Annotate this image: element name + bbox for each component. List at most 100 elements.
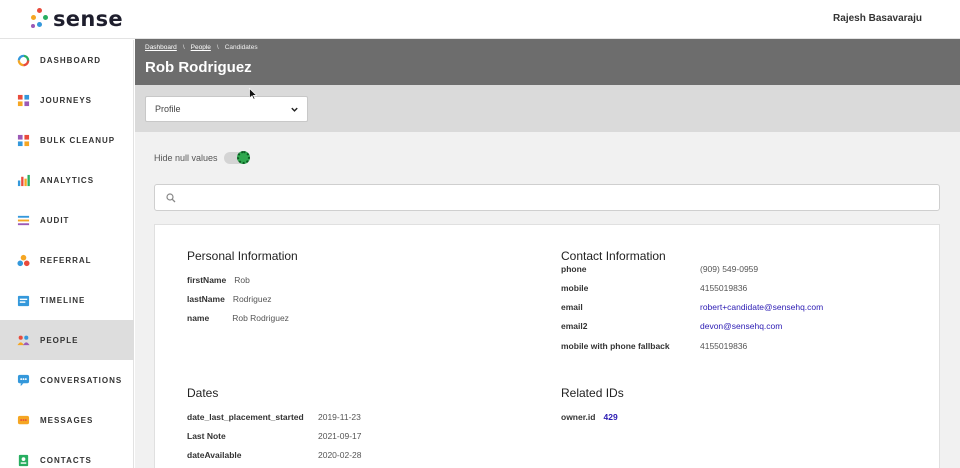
top-bar: sense Rajesh Basavaraju <box>0 0 960 39</box>
referral-dots-icon <box>17 254 30 266</box>
sidebar-item-audit[interactable]: AUDIT <box>0 200 134 240</box>
chevron-down-icon <box>291 107 298 112</box>
breadcrumb-dashboard[interactable]: Dashboard <box>145 44 177 51</box>
field-key: mobile <box>561 283 589 293</box>
personal-row-last-name: lastName Rodriguez <box>187 294 272 304</box>
dates-row-date-available: dateAvailable 2020-02-28 <box>187 450 361 460</box>
contacts-icon <box>18 454 29 466</box>
sidebar-item-contacts[interactable]: CONTACTS <box>0 440 134 468</box>
user-name[interactable]: Rajesh Basavaraju <box>833 13 922 24</box>
contact-row-mobile: mobile 4155019836 <box>561 283 747 293</box>
page-title: Rob Rodriguez <box>145 59 252 76</box>
breadcrumb-people[interactable]: People <box>191 44 211 51</box>
sidebar-item-journeys[interactable]: JOURNEYS <box>0 80 134 120</box>
field-key: Last Note <box>187 431 226 441</box>
search-box[interactable] <box>154 184 940 211</box>
related-row-owner-id: owner.id 429 <box>561 412 618 422</box>
sidebar-item-referral[interactable]: REFERRAL <box>0 240 134 280</box>
hide-null-label: Hide null values <box>154 153 218 163</box>
view-select-band: Profile <box>135 85 960 132</box>
search-icon <box>166 193 176 203</box>
sidebar-item-label: BULK CLEANUP <box>40 135 116 145</box>
sidebar-item-label: TIMELINE <box>40 295 86 305</box>
field-key: lastName <box>187 294 225 304</box>
profile-select[interactable]: Profile <box>145 96 308 122</box>
dates-row-last-placement: date_last_placement_started 2019-11-23 <box>187 412 361 422</box>
logo-dots-icon <box>31 8 49 30</box>
field-value: 2021-09-17 <box>318 431 362 441</box>
sense-logo[interactable]: sense <box>31 6 123 32</box>
field-value: 2019-11-23 <box>318 412 361 422</box>
contact-row-phone: phone (909) 549-0959 <box>561 264 758 274</box>
field-key: name <box>187 313 210 323</box>
field-key: phone <box>561 264 587 274</box>
sidebar: DASHBOARD JOURNEYS BULK CLEANUP ANALYTIC… <box>0 40 134 468</box>
contact-row-email2: email2 devon@sensehq.com <box>561 321 782 331</box>
breadcrumb: Dashboard \ People \ Candidates <box>145 44 258 51</box>
email-link[interactable]: robert+candidate@sensehq.com <box>700 302 823 312</box>
field-value: (909) 549-0959 <box>700 264 759 274</box>
sidebar-item-label: CONTACTS <box>40 455 92 465</box>
sidebar-item-analytics[interactable]: ANALYTICS <box>0 160 134 200</box>
breadcrumb-current: Candidates <box>224 44 258 51</box>
sidebar-item-people[interactable]: PEOPLE <box>0 320 134 360</box>
dates-row-last-note: Last Note 2021-09-17 <box>187 431 361 441</box>
breadcrumb-separator: \ <box>182 44 185 51</box>
candidate-details-card: Personal Information firstName Rob lastN… <box>154 224 940 468</box>
sidebar-item-timeline[interactable]: TIMELINE <box>0 280 134 320</box>
main-content: Hide null values Personal Information fi… <box>135 132 960 468</box>
field-value: Rob <box>234 275 250 285</box>
search-input[interactable] <box>183 189 923 207</box>
field-key: dateAvailable <box>187 450 242 460</box>
mouse-cursor-icon <box>249 88 257 100</box>
sidebar-item-dashboard[interactable]: DASHBOARD <box>0 40 134 80</box>
conversations-icon <box>17 374 30 386</box>
messages-icon <box>17 415 30 424</box>
email2-link[interactable]: devon@sensehq.com <box>700 321 782 331</box>
field-key: date_last_placement_started <box>187 412 304 422</box>
field-key: mobile with phone fallback <box>561 341 670 351</box>
sidebar-item-label: MESSAGES <box>40 415 94 425</box>
dates-title: Dates <box>187 386 219 400</box>
toggle-knob <box>237 151 250 164</box>
field-value: 4155019836 <box>700 341 748 351</box>
sidebar-item-bulk-cleanup[interactable]: BULK CLEANUP <box>0 120 134 160</box>
sidebar-item-label: JOURNEYS <box>40 95 93 105</box>
contact-row-email: email robert+candidate@sensehq.com <box>561 302 823 312</box>
personal-row-first-name: firstName Rob <box>187 275 250 285</box>
field-value: Rodriguez <box>232 294 272 304</box>
sidebar-item-label: CONVERSATIONS <box>40 375 123 385</box>
related-ids-title: Related IDs <box>561 386 624 400</box>
owner-id-link[interactable]: 429 <box>603 412 617 422</box>
contact-row-mobile-fallback: mobile with phone fallback 4155019836 <box>561 341 747 351</box>
field-key: email2 <box>561 321 588 331</box>
field-key: owner.id <box>561 412 596 422</box>
audit-list-icon <box>17 215 30 225</box>
page-header: Dashboard \ People \ Candidates Rob Rodr… <box>135 39 960 85</box>
bulk-cleanup-icon <box>17 134 30 146</box>
people-icon <box>17 335 30 345</box>
sidebar-item-label: DASHBOARD <box>40 55 101 65</box>
field-value: 2020-02-28 <box>318 450 362 460</box>
journeys-grid-icon <box>17 94 30 106</box>
profile-select-value: Profile <box>155 104 181 114</box>
personal-info-title: Personal Information <box>187 249 298 263</box>
sidebar-item-label: REFERRAL <box>40 255 92 265</box>
field-value: 4155019836 <box>700 283 748 293</box>
sidebar-item-label: ANALYTICS <box>40 175 95 185</box>
sidebar-item-label: AUDIT <box>40 215 70 225</box>
sidebar-item-conversations[interactable]: CONVERSATIONS <box>0 360 134 400</box>
contact-info-title: Contact Information <box>561 249 666 263</box>
field-value: Rob Rodriguez <box>232 313 289 323</box>
field-key: firstName <box>187 275 227 285</box>
hide-null-toggle[interactable] <box>224 151 250 164</box>
dashboard-ring-icon <box>17 54 30 66</box>
logo-text: sense <box>53 7 123 31</box>
personal-row-name: name Rob Rodriguez <box>187 313 289 323</box>
sidebar-item-messages[interactable]: MESSAGES <box>0 400 134 440</box>
analytics-bars-icon <box>17 174 30 186</box>
breadcrumb-separator: \ <box>216 44 219 51</box>
sidebar-item-label: PEOPLE <box>40 335 79 345</box>
field-key: email <box>561 302 583 312</box>
timeline-icon <box>17 295 30 306</box>
